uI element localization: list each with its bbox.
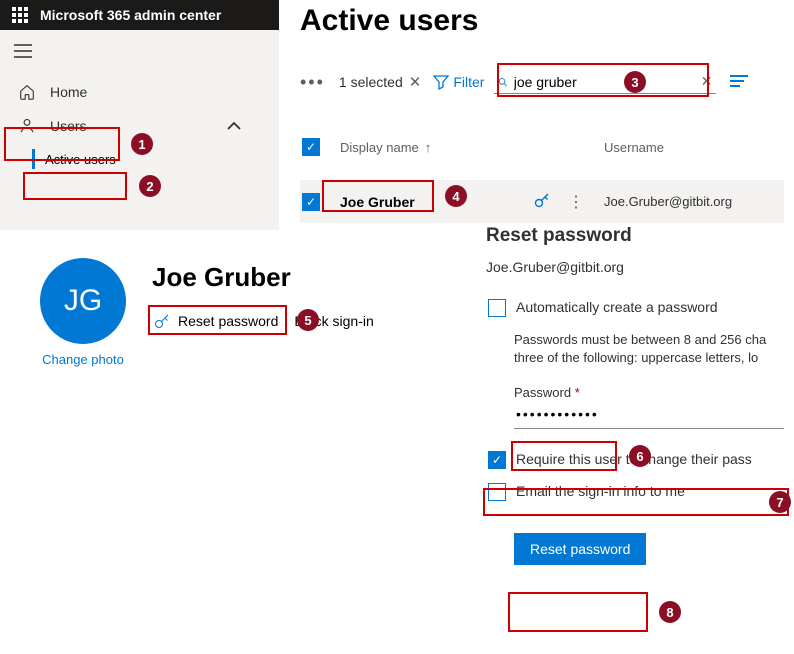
row-reset-password-icon[interactable] — [532, 190, 552, 213]
more-actions-icon[interactable]: ••• — [300, 72, 325, 93]
row-more-icon[interactable]: ⋮ — [568, 192, 584, 212]
nav-home[interactable]: Home — [0, 75, 279, 109]
selection-count: 1 selected — [339, 74, 403, 90]
reset-password-button[interactable]: Reset password — [514, 533, 646, 565]
view-options-icon[interactable] — [730, 74, 748, 91]
callout-badge-8: 8 — [659, 601, 681, 623]
email-info-label: Email the sign-in info to me — [516, 483, 685, 499]
search-input[interactable] — [514, 74, 695, 90]
nav-users-label: Users — [50, 118, 87, 134]
filter-button[interactable]: Filter — [433, 74, 484, 90]
user-icon — [18, 117, 36, 135]
profile-display-name: Joe Gruber — [152, 262, 374, 293]
avatar: JG — [40, 258, 126, 344]
change-photo-link[interactable]: Change photo — [40, 352, 126, 367]
sort-asc-icon: ↑ — [425, 140, 432, 155]
auto-create-option[interactable]: Automatically create a password — [486, 299, 786, 317]
reset-password-panel: Reset password Joe.Gruber@gitbit.org Aut… — [486, 225, 786, 565]
password-input[interactable] — [514, 400, 784, 429]
table-row[interactable]: Joe Gruber ⋮ Joe.Gruber@gitbit.org — [300, 180, 784, 223]
global-header: Microsoft 365 admin center — [0, 0, 279, 30]
column-username[interactable]: Username — [604, 140, 784, 155]
filter-label: Filter — [453, 74, 484, 90]
row-display-name[interactable]: Joe Gruber — [340, 194, 532, 210]
search-clear-icon[interactable]: ✕ — [701, 73, 713, 90]
search-box[interactable]: ✕ — [494, 70, 716, 94]
filter-icon — [433, 74, 449, 90]
app-title: Microsoft 365 admin center — [40, 7, 221, 23]
nav-home-label: Home — [50, 84, 87, 100]
key-icon — [152, 311, 172, 331]
require-change-checkbox[interactable] — [488, 451, 506, 469]
app-launcher-icon[interactable] — [12, 7, 28, 23]
left-nav: Home Users Active users — [0, 30, 279, 230]
user-profile: JG Change photo Joe Gruber Reset passwor… — [40, 258, 374, 367]
auto-create-checkbox[interactable] — [488, 299, 506, 317]
email-info-option[interactable]: Email the sign-in info to me — [486, 483, 786, 501]
panel-title: Reset password — [486, 225, 786, 247]
callout-badge-5: 5 — [297, 309, 319, 331]
nav-accent — [32, 149, 35, 169]
home-icon — [18, 83, 36, 101]
clear-selection-icon[interactable]: ✕ — [409, 73, 422, 91]
callout-badge-2: 2 — [139, 175, 161, 197]
panel-email: Joe.Gruber@gitbit.org — [486, 259, 786, 275]
callout-badge-3: 3 — [624, 71, 646, 93]
table-header: Display name ↑ Username — [300, 138, 784, 156]
nav-active-users-label: Active users — [45, 152, 116, 167]
hamburger-icon[interactable] — [0, 30, 279, 75]
profile-reset-password[interactable]: Reset password — [152, 311, 278, 331]
callout-box-8 — [508, 592, 648, 632]
row-checkbox[interactable] — [302, 193, 320, 211]
password-hint: Passwords must be between 8 and 256 cha … — [514, 331, 786, 367]
chevron-up-icon — [225, 117, 243, 135]
column-display-name[interactable]: Display name ↑ — [340, 140, 604, 155]
row-username: Joe.Gruber@gitbit.org — [604, 194, 784, 209]
callout-badge-4: 4 — [445, 185, 467, 207]
page-title: Active users — [300, 4, 478, 38]
auto-create-label: Automatically create a password — [516, 299, 718, 315]
toolbar: ••• 1 selected ✕ Filter ✕ — [300, 70, 784, 94]
password-label: Password * — [514, 385, 786, 400]
select-all-checkbox[interactable] — [302, 138, 320, 156]
callout-badge-1: 1 — [131, 133, 153, 155]
email-info-checkbox[interactable] — [488, 483, 506, 501]
search-icon — [498, 74, 507, 90]
callout-badge-7: 7 — [769, 491, 791, 513]
callout-badge-6: 6 — [629, 445, 651, 467]
